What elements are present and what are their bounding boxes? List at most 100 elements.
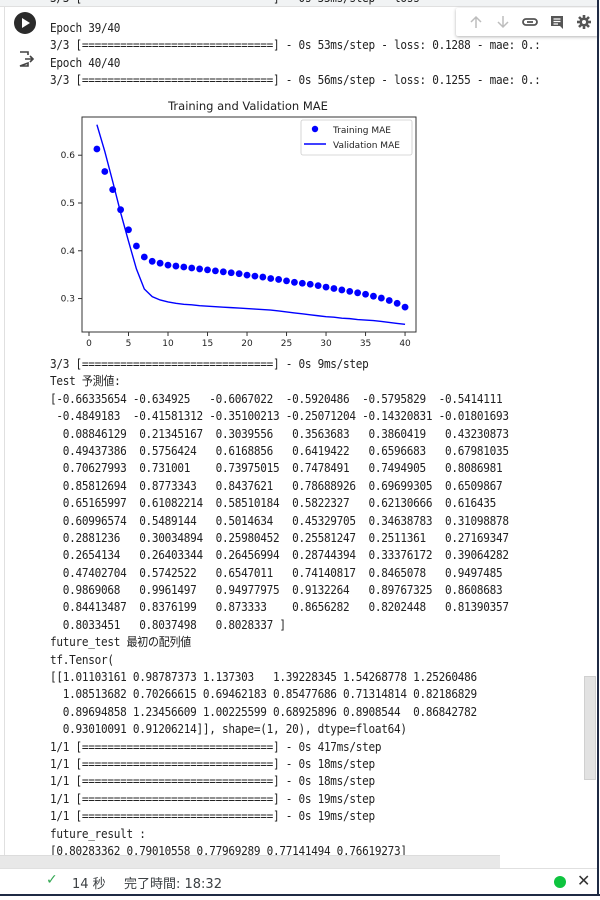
training-mae-point [377, 294, 385, 302]
output-line: 0.9869068 0.9961497 0.94977975 0.9132264… [50, 583, 503, 598]
training-mae-point [164, 261, 172, 269]
output-line: 3/3 [==============================] - 0… [50, 38, 541, 53]
training-mae-point [385, 297, 393, 304]
link-icon [521, 18, 538, 26]
training-mae-point [148, 257, 156, 265]
training-mae-point [275, 276, 283, 283]
training-mae-point [204, 266, 211, 274]
training-mae-point [133, 242, 140, 250]
output-line: tf.Tensor( [50, 652, 114, 667]
output-line: 0.84413487 0.8376199 0.873333 0.8656282 … [50, 600, 509, 615]
y-tick-label: 0.6 [61, 151, 76, 161]
completion-time: 完了時間: 18:32 [124, 877, 222, 892]
training-mae-point [259, 273, 267, 281]
output-line: [-0.66335654 -0.634925 -0.6067022 -0.592… [50, 391, 503, 406]
output-line: Epoch 40/40 [50, 55, 121, 70]
training-mae-point [283, 277, 290, 285]
vertical-scrollbar-thumb[interactable] [584, 676, 596, 780]
output-line: 3/3 [==============================] - 0… [50, 73, 541, 88]
horizontal-scrollbar[interactable] [0, 855, 500, 868]
move-down-button[interactable] [489, 10, 516, 34]
output-line: 0.70627993 0.731001 0.73975015 0.7478491… [50, 461, 503, 476]
x-tick-label: 30 [320, 339, 332, 349]
output-line: 0.2881236 0.30034894 0.25980452 0.255812… [50, 530, 509, 545]
output-line: 1/1 [==============================] - 0… [50, 809, 375, 824]
training-mae-point [401, 303, 409, 311]
x-tick-label: 10 [162, 339, 174, 349]
training-mae-point [180, 263, 188, 271]
run-cell-button[interactable] [14, 12, 36, 34]
output-line: 0.8033451 0.8037498 0.8028337 ] [50, 617, 286, 632]
output-line: 1/1 [==============================] - 0… [50, 756, 375, 771]
training-mae-point [338, 286, 346, 294]
output-line: -0.4849183 -0.41581312 -0.35100213 -0.25… [50, 409, 509, 424]
training-mae-point [330, 285, 338, 292]
training-mae-point [172, 262, 180, 270]
output-line: 1.08513682 0.70266615 0.69462183 0.85477… [50, 687, 477, 702]
training-mae-point [93, 145, 101, 153]
training-mae-point [393, 299, 401, 307]
x-tick-label: 25 [281, 339, 292, 349]
y-tick-label: 0.3 [61, 295, 75, 305]
gear-icon [576, 15, 591, 29]
move-up-button[interactable] [462, 10, 489, 34]
y-tick-label: 0.5 [61, 199, 75, 209]
x-tick-label: 5 [126, 339, 132, 349]
comment-button[interactable] [543, 10, 570, 34]
x-tick-label: 15 [202, 339, 213, 349]
training-mae-point [227, 269, 235, 277]
output-line: 0.49437386 0.5756424 0.6168856 0.6419422… [50, 443, 509, 458]
x-tick-label: 20 [241, 339, 253, 349]
output-line: 0.2654134 0.26403344 0.26456994 0.287443… [50, 548, 509, 563]
training-mae-point [354, 289, 362, 297]
training-mae-point [346, 287, 354, 295]
check-icon: ✓ [46, 872, 58, 888]
arrow-down-icon [496, 16, 509, 29]
training-mae-point [322, 283, 330, 291]
x-tick-label: 0 [86, 339, 92, 349]
x-tick-label: 40 [399, 339, 411, 349]
output-line: future_test 最初の配列値 [50, 635, 192, 650]
training-mae-point [291, 278, 298, 286]
chart-title: Training and Validation MAE [167, 99, 328, 113]
window-border-bottom [0, 894, 600, 896]
output-line: 1/1 [==============================] - 0… [50, 791, 375, 806]
training-mae-point [235, 270, 243, 278]
legend: Training MAE Validation MAE [300, 119, 413, 156]
output-line: Test 予測値: [50, 374, 121, 389]
prediction-output: 3/3 [==============================] - 0… [50, 356, 551, 860]
output-redirect-icon[interactable] [17, 50, 35, 68]
output-line: 0.85812694 0.8773343 0.8437621 0.7868892… [50, 478, 503, 493]
output-line: 3/3 [==============================] - 0… [50, 357, 369, 371]
training-mae-point [156, 259, 164, 267]
legend-label-training: Training MAE [332, 126, 391, 136]
output-line: 1/1 [==============================] - 0… [50, 774, 375, 789]
comment-icon [550, 16, 563, 29]
cell-toolbar [456, 8, 598, 36]
mae-chart: Training and Validation MAE 0 5 10 15 20 25 30… [61, 99, 417, 349]
settings-button[interactable] [570, 10, 597, 34]
training-mae-point [370, 292, 377, 300]
training-mae-point [251, 272, 259, 280]
connected-status-icon [554, 876, 566, 888]
close-icon[interactable]: ✕ [577, 871, 590, 890]
x-tick-label: 35 [360, 339, 371, 349]
output-line-clipped: 3/3 [==============================] - 0… [50, 0, 420, 5]
arrow-up-icon [469, 15, 482, 28]
link-button[interactable] [516, 10, 543, 34]
training-mae-point [298, 279, 306, 287]
output-line: 0.60996574 0.5489144 0.5014634 0.4532970… [50, 513, 509, 528]
training-mae-point [219, 268, 227, 276]
training-mae-point [243, 271, 251, 279]
output-line: 0.08846129 0.21345167 0.3039556 0.356368… [50, 426, 509, 441]
gutter-line [4, 6, 5, 856]
training-mae-point [306, 280, 314, 288]
training-mae-point [314, 282, 322, 290]
training-mae-point [362, 290, 369, 298]
execution-duration: 14 秒 [72, 877, 106, 892]
output-line: 1/1 [==============================] - 0… [50, 739, 382, 754]
training-mae-point [188, 264, 196, 272]
output-line: 0.89694858 1.23456609 1.00225599 0.68925… [50, 704, 477, 719]
legend-marker-training [311, 125, 319, 133]
training-mae-point [101, 168, 109, 175]
